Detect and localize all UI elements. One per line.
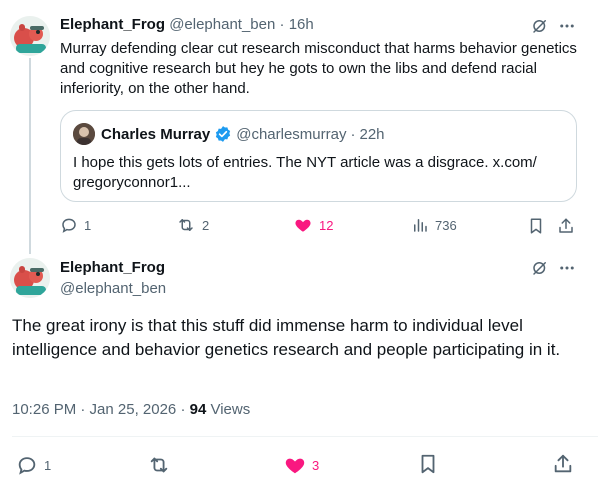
views-count: 736 <box>435 217 457 233</box>
separator: · <box>279 16 285 33</box>
quote-tweet-card[interactable]: Charles Murray @charlesmurray · 22h I ho… <box>60 110 577 202</box>
repost-button[interactable]: 2 <box>176 216 209 234</box>
tweet-text: Murray defending clear cut research misc… <box>60 40 577 97</box>
reply-icon <box>18 457 36 475</box>
like-button[interactable]: 12 <box>293 216 333 234</box>
main-views-count: 94 <box>189 401 207 418</box>
main-more-icon[interactable] <box>557 258 577 278</box>
heart-filled-icon <box>285 458 305 474</box>
share-icon <box>554 454 572 473</box>
share-button[interactable] <box>556 216 576 236</box>
divider <box>12 436 598 437</box>
views-button[interactable]: 736 <box>411 216 457 234</box>
bookmark-icon <box>421 454 435 474</box>
avatar[interactable] <box>10 16 50 56</box>
main-reply-count: 1 <box>44 457 52 473</box>
bookmark-icon <box>530 218 542 234</box>
heart-filled-icon <box>295 219 311 232</box>
main-tweet-meta: 10:26 PM · Jan 25, 2026 · 94 Views <box>12 401 250 418</box>
reply-count: 1 <box>84 217 92 233</box>
like-count: 12 <box>319 217 334 233</box>
main-reply-button[interactable]: 1 <box>16 454 51 476</box>
timestamp[interactable]: 16h <box>289 16 314 33</box>
tweet-header: Elephant_Frog @elephant_ben · 16h <box>60 16 314 33</box>
main-views-label: Views <box>206 401 251 418</box>
main-share-button[interactable] <box>551 452 575 476</box>
main-handle[interactable]: @elephant_ben <box>60 280 166 297</box>
main-bookmark-button[interactable] <box>416 452 440 476</box>
repost-count: 2 <box>202 217 210 233</box>
main-grok-icon[interactable] <box>530 258 550 278</box>
grok-icon[interactable] <box>530 16 550 36</box>
thread-connector-line <box>29 58 31 254</box>
verified-badge-icon <box>216 126 231 142</box>
more-icon[interactable] <box>557 16 577 36</box>
main-display-name[interactable]: Elephant_Frog <box>60 259 165 276</box>
quote-header: Charles Murray @charlesmurray · 22h <box>101 125 385 143</box>
main-avatar[interactable] <box>10 258 50 298</box>
quote-avatar <box>73 123 95 145</box>
reply-button[interactable]: 1 <box>60 216 91 234</box>
quote-text: I hope this gets lots of entries. The NY… <box>73 154 537 191</box>
main-tweet-text: The great irony is that this stuff did i… <box>12 316 561 359</box>
reply-icon <box>62 218 76 233</box>
repost-icon <box>150 457 168 473</box>
views-icon <box>414 219 427 232</box>
quote-display-name: Charles Murray <box>101 125 211 143</box>
handle[interactable]: @elephant_ben <box>169 16 275 33</box>
main-like-button[interactable]: 3 <box>284 454 319 476</box>
repost-icon <box>179 219 193 231</box>
bookmark-button[interactable] <box>526 216 546 236</box>
display-name[interactable]: Elephant_Frog <box>60 16 165 33</box>
main-repost-button[interactable] <box>148 454 170 476</box>
quote-separator: · <box>350 125 356 143</box>
main-timestamp[interactable]: 10:26 PM · Jan 25, 2026 · <box>12 401 190 418</box>
quote-handle: @charlesmurray <box>236 125 347 143</box>
main-like-count: 3 <box>312 457 320 473</box>
quote-timestamp: 22h <box>359 125 385 143</box>
share-icon <box>559 218 573 233</box>
